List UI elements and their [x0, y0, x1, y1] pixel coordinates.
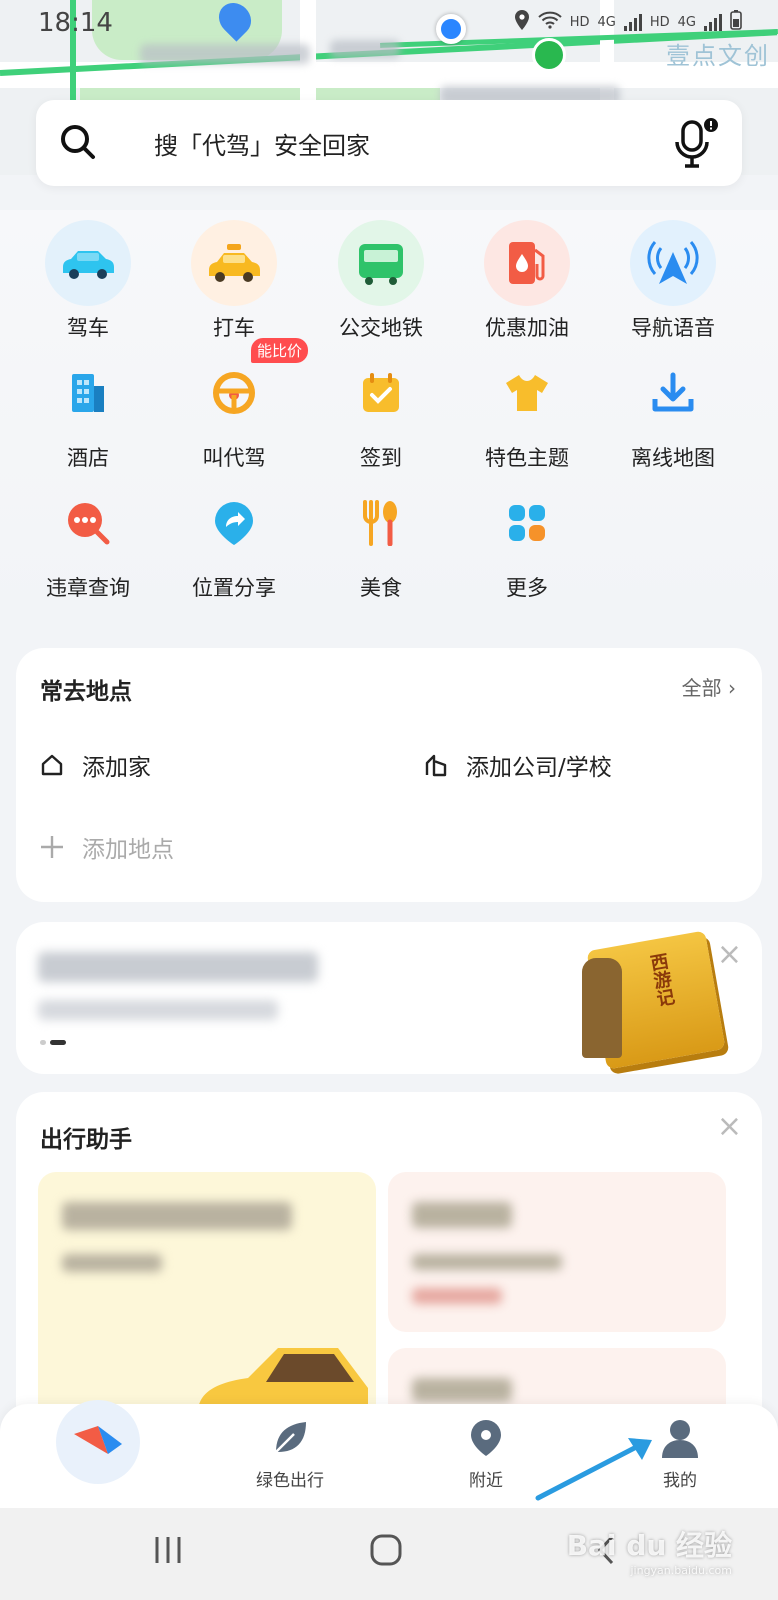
grid-label: 驾车: [67, 316, 109, 340]
chevron-right-icon: ›: [728, 676, 736, 700]
banner-subtitle-blurred: [38, 1000, 278, 1020]
share-location-icon: [191, 480, 277, 566]
voice-nav-icon: [630, 220, 716, 306]
grid-item-share-location[interactable]: 位置分享: [159, 480, 309, 602]
nav-nearby-label: 附近: [469, 1471, 503, 1491]
car-icon: [45, 220, 131, 306]
grid-item-taxi[interactable]: 打车: [159, 220, 309, 342]
search-icon: [61, 125, 95, 159]
grid-item-chauffeur[interactable]: 能比价 叫代驾: [159, 338, 309, 472]
bus-icon: [338, 220, 424, 306]
grid-item-theme[interactable]: 特色主题: [452, 350, 602, 472]
plus-icon: [41, 836, 63, 858]
frequent-places-title: 常去地点: [40, 679, 132, 705]
more-grid-icon: [484, 480, 570, 566]
recent-apps-icon[interactable]: [152, 1534, 184, 1566]
add-work-button[interactable]: 添加公司/学校: [424, 748, 612, 782]
taxi-icon: [191, 220, 277, 306]
grid-item-food[interactable]: 美食: [306, 480, 456, 602]
grid-item-fuel[interactable]: 优惠加油: [452, 220, 602, 342]
grid-label: 酒店: [67, 446, 109, 470]
assistant-trip-panel-1[interactable]: [388, 1172, 726, 1332]
network-type-3: HD: [649, 14, 670, 30]
banner-title-blurred: [38, 952, 318, 982]
leaf-icon: [275, 1422, 306, 1453]
location-status-icon: [514, 10, 530, 34]
add-home-button[interactable]: 添加家: [40, 748, 151, 782]
search-placeholder: 搜「代驾」安全回家: [154, 132, 370, 160]
violation-search-icon: [45, 480, 131, 566]
grid-item-more[interactable]: 更多: [452, 480, 602, 602]
frequent-places-card: 常去地点 全部 › 添加家 添加公司/学校 添加地点: [16, 648, 762, 902]
add-work-label: 添加公司/学校: [466, 755, 612, 781]
tshirt-icon: [484, 350, 570, 436]
grid-item-nav-voice[interactable]: 导航语音: [598, 220, 748, 342]
app-logo-icon: [74, 1426, 122, 1454]
nav-home-button[interactable]: [56, 1400, 140, 1484]
status-icons: HD 4G HD 4G: [514, 10, 742, 34]
download-icon: [630, 350, 716, 436]
add-place-button[interactable]: 添加地点: [40, 830, 174, 864]
user-icon: [662, 1420, 698, 1458]
grid-label: 导航语音: [631, 316, 715, 340]
close-icon[interactable]: ×: [717, 1112, 742, 1142]
baidu-watermark: Bai du 经验 jingyan.baidu.com: [566, 1529, 732, 1577]
banner-pagination: [40, 1040, 66, 1045]
nav-mine-label: 我的: [663, 1471, 697, 1491]
promo-banner-card[interactable]: 西游记 ×: [16, 922, 762, 1074]
location-pin-icon: [471, 1420, 501, 1456]
nav-nearby[interactable]: 附近: [426, 1418, 546, 1491]
grid-item-checkin[interactable]: 签到: [306, 350, 456, 472]
nav-green-label: 绿色出行: [256, 1471, 324, 1491]
grid-label: 优惠加油: [485, 316, 569, 340]
character-illustration: [582, 958, 622, 1058]
bottom-navigation: 绿色出行 附近 我的: [0, 1400, 778, 1508]
travel-assistant-title: 出行助手: [40, 1127, 132, 1153]
grid-item-violation[interactable]: 违章查询: [13, 480, 163, 602]
building-icon: [425, 754, 447, 777]
assistant-taxi-panel[interactable]: [38, 1172, 376, 1432]
nav-green-travel[interactable]: 绿色出行: [230, 1418, 350, 1491]
travel-assistant-card: 出行助手 ×: [16, 1092, 762, 1438]
compare-price-badge: 能比价: [251, 338, 309, 363]
grid-label: 更多: [506, 576, 548, 600]
grid-item-drive[interactable]: 驾车: [13, 220, 163, 342]
grid-label: 美食: [360, 576, 402, 600]
checkin-icon: [338, 350, 424, 436]
food-icon: [338, 480, 424, 566]
add-place-label: 添加地点: [82, 837, 174, 863]
view-all-link[interactable]: 全部 ›: [682, 672, 736, 701]
network-type-1: HD: [569, 14, 590, 30]
status-time: 18:14: [38, 8, 113, 38]
network-type-2: 4G: [597, 14, 616, 30]
grid-item-offline-map[interactable]: 离线地图: [598, 350, 748, 472]
fuel-icon: [484, 220, 570, 306]
home-icon: [41, 754, 63, 776]
network-type-4: 4G: [677, 14, 696, 30]
grid-item-hotel[interactable]: 酒店: [13, 350, 163, 472]
signal-icon-2: [704, 13, 722, 31]
add-home-label: 添加家: [82, 755, 151, 781]
grid-label: 离线地图: [631, 446, 715, 470]
home-circle-icon[interactable]: [370, 1534, 402, 1566]
search-bar[interactable]: 搜「代驾」安全回家: [36, 100, 742, 186]
grid-item-bus-metro[interactable]: 公交地铁: [306, 220, 456, 342]
grid-label: 叫代驾: [202, 446, 266, 470]
grid-label: 签到: [360, 446, 402, 470]
battery-icon: [730, 10, 742, 34]
nav-mine[interactable]: 我的: [620, 1418, 740, 1491]
wifi-icon: [538, 11, 562, 33]
voice-search-icon[interactable]: [674, 116, 720, 170]
signal-icon-1: [623, 13, 642, 31]
grid-label: 特色主题: [485, 446, 569, 470]
quick-access-grid: 驾车 打车 公交地铁 优惠加油 导航语音 酒店 能比价 叫代驾 签到 特色主题 …: [0, 210, 778, 630]
status-bar: 18:14 HD 4G HD 4G: [0, 0, 778, 44]
grid-label: 违章查询: [46, 576, 130, 600]
hotel-icon: [45, 350, 131, 436]
grid-label: 位置分享: [192, 576, 276, 600]
close-icon[interactable]: ×: [717, 940, 742, 970]
grid-label: 公交地铁: [339, 316, 423, 340]
